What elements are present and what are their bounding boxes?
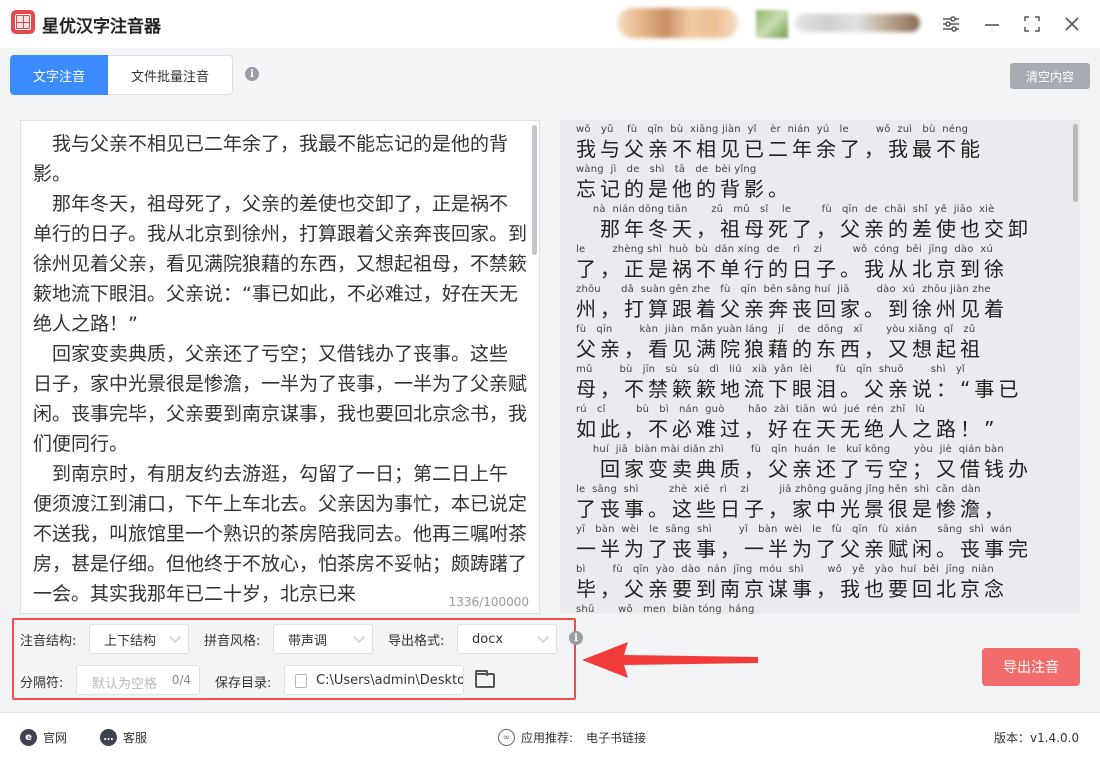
service-label: 客服 xyxy=(123,731,148,745)
document-icon xyxy=(295,674,307,688)
pinyin-text: shū wǒ men biàn tóng háng xyxy=(576,604,755,614)
separator-count: 0/4 xyxy=(171,673,191,687)
clear-content-button[interactable]: 清空内容 xyxy=(1010,63,1090,89)
hanzi-text: 了丧事。这些日子，家中光景很是惨澹， xyxy=(576,497,1008,521)
version-info: 版本：v1.4.0.0 xyxy=(994,729,1079,746)
version-label: 版本：v1.4.0.0 xyxy=(994,731,1080,745)
app-recommend: ∞ 应用推荐: xyxy=(498,729,573,746)
format-value: docx xyxy=(472,631,504,647)
website-label: 官网 xyxy=(43,731,68,745)
chevron-down-icon xyxy=(537,631,549,643)
link-icon: ∞ xyxy=(498,729,515,746)
tab-text-annotation[interactable]: 文字注音 xyxy=(10,55,108,95)
red-arrow-annotation xyxy=(582,642,758,678)
hanzi-text: 州，打算跟着父亲奔丧回家。到徐州见着 xyxy=(576,297,1008,321)
pinyin-text: le zhèng shì huò bù dān xíng de rì zi wǒ… xyxy=(576,244,993,255)
ebook-link[interactable]: 电子书链接 xyxy=(586,729,646,746)
folder-icon[interactable] xyxy=(475,670,495,688)
pinyin-text: bì fù qīn yào dào nán jīng móu shì wǒ yě… xyxy=(576,564,994,575)
structure-label: 注音结构: xyxy=(20,634,77,649)
pinyin-text: fù qīn kàn jiàn mǎn yuàn láng jí de dōng… xyxy=(576,324,976,335)
hanzi-text: 父亲，看见满院狼藉的东西，又想起祖 xyxy=(576,337,984,361)
pinyin-line: le zhèng shì huò bù dān xíng de rì zi wǒ… xyxy=(576,244,1066,282)
save-directory-value: C:\Users\admin\Deskto xyxy=(316,673,464,688)
pinyin-line: bì fù qīn yào dào nán jīng móu shì wǒ yě… xyxy=(576,564,1066,602)
export-annotation-button[interactable]: 导出注音 xyxy=(982,648,1080,686)
pinyin-line: yī bàn wèi le sāng shì yī bàn wèi le fù … xyxy=(576,524,1066,562)
pinyin-line: wàng jì de shì tā de bèi yǐng 忘记的是他的背影。 xyxy=(576,164,1066,202)
pinyin-line: nà nián dōng tiān zǔ mǔ sǐ le fù qīn de … xyxy=(576,204,1066,242)
save-directory-input[interactable]: C:\Users\admin\Deskto xyxy=(284,665,464,695)
blurred-user-name xyxy=(795,14,920,32)
pinyin-line: zhōu dǎ suàn gēn zhe fù qīn bēn sāng huí… xyxy=(576,284,1066,322)
paragraph: 我与父亲不相见已二年余了，我最不能忘记的是他的背影。 xyxy=(33,133,509,185)
hanzi-text: 了，正是祸不单行的日子。我从北京到徐 xyxy=(576,257,1008,281)
close-icon[interactable] xyxy=(1060,12,1084,36)
text-input-content[interactable]: 我与父亲不相见已二年余了，我最不能忘记的是他的背影。 那年冬天，祖母死了，父亲的… xyxy=(33,129,527,609)
save-dir-label: 保存目录: xyxy=(215,676,272,691)
pinyin-text: yī bàn wèi le sāng shì yī bàn wèi le fù … xyxy=(576,524,1012,535)
chevron-down-icon xyxy=(353,631,365,643)
paragraph: 那年冬天，祖母死了，父亲的差使也交卸了，正是祸不单行的日子。我从北京到徐州，打算… xyxy=(33,193,528,335)
hanzi-text: 毕，父亲要到南京谋事，我也要回北京念 xyxy=(576,577,1008,601)
paragraph: 回家变卖典质，父亲还了亏空；又借钱办了丧事。这些日子，家中光景很是惨澹，一半为了… xyxy=(33,343,528,455)
preview-scrollbar[interactable] xyxy=(1073,124,1078,202)
hanzi-text: 那年冬天，祖母死了，父亲的差使也交卸 xyxy=(576,217,1032,241)
blurred-user-avatar xyxy=(618,8,738,38)
pinyin-line: rú cǐ bù bì nán guò hǎo zài tiān wú jué … xyxy=(576,404,1066,442)
pinyin-text: rú cǐ bù bì nán guò hǎo zài tiān wú jué … xyxy=(576,404,926,415)
info-icon[interactable]: i xyxy=(245,67,259,81)
blurred-user-icon xyxy=(756,10,788,38)
chevron-down-icon xyxy=(169,631,181,643)
text-input-area[interactable]: 我与父亲不相见已二年余了，我最不能忘记的是他的背影。 那年冬天，祖母死了，父亲的… xyxy=(20,120,540,614)
maximize-icon[interactable] xyxy=(1020,12,1044,36)
website-icon: e xyxy=(20,729,37,746)
character-count: 1336/100000 xyxy=(445,595,529,609)
hanzi-text: 母，不禁簌簌地流下眼泪。父亲说：“事已 xyxy=(576,377,1023,401)
export-format-select[interactable]: docx xyxy=(457,624,557,654)
style-value: 带声调 xyxy=(288,633,328,649)
separator-input[interactable]: 默认为空格 0/4 xyxy=(76,665,200,695)
format-label: 导出格式: xyxy=(388,634,445,649)
pinyin-line: fù qīn kàn jiàn mǎn yuàn láng jí de dōng… xyxy=(576,324,1066,362)
hanzi-text: 如此，不必难过，好在天无绝人之路！” xyxy=(576,417,999,441)
style-label: 拼音风格: xyxy=(204,634,261,649)
pinyin-text: le sāng shì zhè xiē rì zi jiā zhōng guān… xyxy=(576,484,981,495)
hanzi-text: 回家变卖典质，父亲还了亏空；又借钱办 xyxy=(576,457,1032,481)
pinyin-text: zhōu dǎ suàn gēn zhe fù qīn bēn sāng huí… xyxy=(576,284,991,295)
structure-select[interactable]: 上下结构 xyxy=(89,624,189,654)
footer-bar: e 官网 … 客服 ∞ 应用推荐: 电子书链接 版本：v1.4.0.0 xyxy=(0,712,1100,760)
pinyin-line: shū wǒ men biàn tóng háng书，我们便同行。 xyxy=(576,604,1066,614)
title-bar: 星优汉字注音器 xyxy=(0,0,1100,48)
pinyin-preview-area: wǒ yǔ fù qīn bù xiāng jiàn yǐ èr nián yú… xyxy=(560,120,1080,614)
pinyin-style-select[interactable]: 带声调 xyxy=(273,624,373,654)
recommend-label: 应用推荐: xyxy=(521,731,574,745)
hanzi-text: 忘记的是他的背影。 xyxy=(576,177,792,201)
chat-icon: … xyxy=(100,729,117,746)
settings-icon[interactable] xyxy=(939,12,963,36)
separator-label: 分隔符: xyxy=(20,676,64,691)
pinyin-text: wǒ yǔ fù qīn bù xiāng jiàn yǐ èr nián yú… xyxy=(576,124,969,135)
tab-file-batch-annotation[interactable]: 文件批量注音 xyxy=(108,55,233,95)
pinyin-line: le sāng shì zhè xiē rì zi jiā zhōng guān… xyxy=(576,484,1066,522)
pinyin-text: wàng jì de shì tā de bèi yǐng xyxy=(576,164,757,175)
website-link[interactable]: e 官网 xyxy=(20,729,67,746)
pinyin-text: huí jiā biàn mài diǎn zhì fù qīn huán le… xyxy=(576,444,1004,455)
separator-placeholder: 默认为空格 xyxy=(92,677,158,692)
app-title: 星优汉字注音器 xyxy=(42,17,161,37)
app-logo-icon xyxy=(11,10,35,34)
editor-scrollbar[interactable] xyxy=(532,125,537,255)
pinyin-line: mǔ bù jīn sù sù dì liú xià yǎn lèi fù qī… xyxy=(576,364,1066,402)
hanzi-text: 我与父亲不相见已二年余了，我最不能 xyxy=(576,137,984,161)
customer-service-link[interactable]: … 客服 xyxy=(100,729,147,746)
pinyin-line: huí jiā biàn mài diǎn zhì fù qīn huán le… xyxy=(576,444,1066,482)
pinyin-text: mǔ bù jīn sù sù dì liú xià yǎn lèi fù qī… xyxy=(576,364,965,375)
pinyin-text: nà nián dōng tiān zǔ mǔ sǐ le fù qīn de … xyxy=(576,204,995,215)
paragraph: 到南京时，有朋友约去游逛，勾留了一日；第二日上午便须渡江到浦口，下午上车北去。父… xyxy=(33,463,528,605)
ebook-link-label: 电子书链接 xyxy=(586,731,647,745)
structure-value: 上下结构 xyxy=(104,633,157,649)
pinyin-line: wǒ yǔ fù qīn bù xiāng jiàn yǐ èr nián yú… xyxy=(576,124,1066,162)
minimize-icon[interactable] xyxy=(980,12,1004,36)
hanzi-text: 一半为了丧事，一半为了父亲赋闲。丧事完 xyxy=(576,537,1032,561)
